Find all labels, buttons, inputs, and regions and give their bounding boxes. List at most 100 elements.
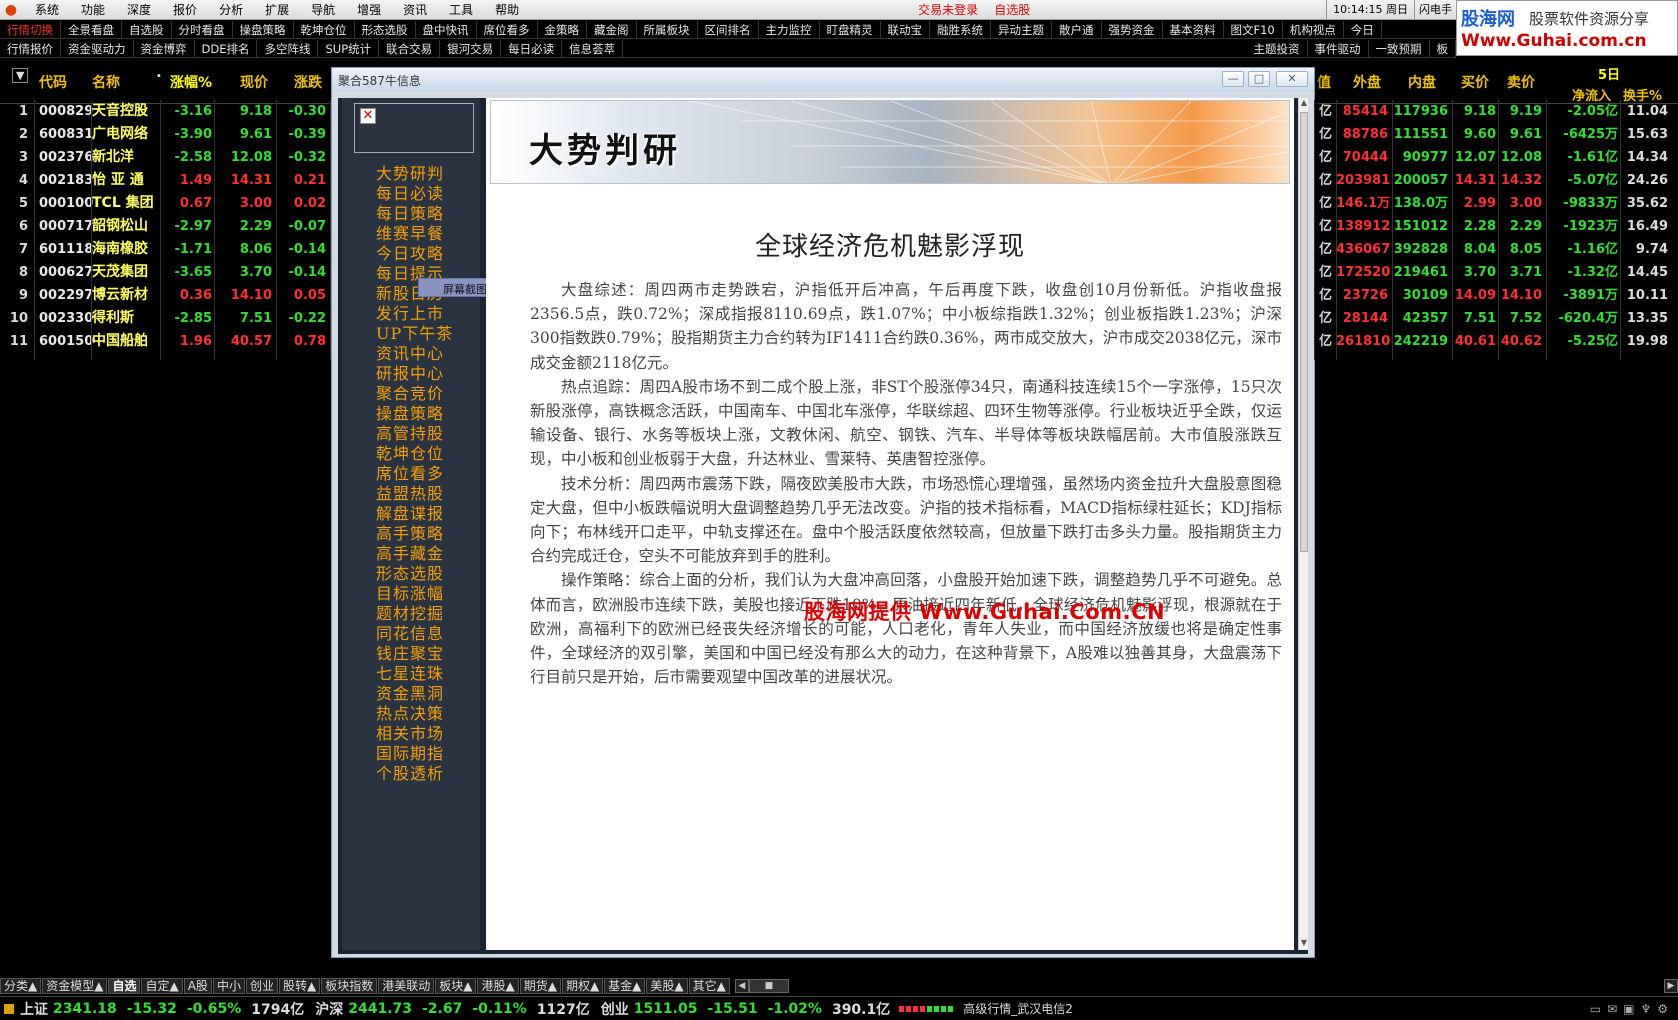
maximize-icon[interactable]: □ [1248,71,1270,87]
bottom-tab[interactable]: 其它▲ [688,978,730,994]
bottom-tab[interactable]: A股 [183,978,212,994]
toolbar-button[interactable]: 散户通 [1052,20,1102,39]
trade-login-status[interactable]: 交易未登录 [910,0,986,20]
toolbar-button[interactable]: 联动宝 [881,20,930,39]
header-outer[interactable]: 外盘 [1353,72,1381,92]
menu-analysis[interactable]: 分析 [208,0,254,20]
toolbar-button[interactable]: 行情切换 [0,20,61,39]
bottom-tab[interactable]: 港股▲ [477,978,519,994]
toolbar-button[interactable]: 图文F10 [1224,20,1283,39]
header-change[interactable]: 涨跌 [294,72,322,92]
bottom-tab[interactable]: 期货▲ [519,978,561,994]
toolbar-button[interactable]: 行情报价 [0,39,61,58]
header-bid[interactable]: 买价 [1461,72,1489,92]
toolbar-button[interactable]: 一致预期 [1369,39,1430,58]
toolbar-button[interactable]: 主题投资 [1247,39,1308,58]
toolbar-button[interactable]: 强势资金 [1102,20,1163,39]
toolbar-button[interactable]: 藏金阁 [587,20,637,39]
header-period[interactable]: 5日 [1598,64,1620,83]
menu-enhance[interactable]: 增强 [346,0,392,20]
lock-icon[interactable]: ▣ [1623,1002,1634,1016]
bottom-tab[interactable]: 板块▲ [435,978,477,994]
toolbar-button[interactable]: 融胜系统 [930,20,991,39]
network-status[interactable]: 高级行情_武汉电信2 [957,1000,1073,1017]
toolbar-button[interactable]: DDE排名 [195,39,258,58]
toolbar-button[interactable]: 席位看多 [477,20,538,39]
toolbar-button[interactable]: 形态选股 [355,20,416,39]
dialog-titlebar[interactable]: 聚合587牛信息 — □ ✕ [332,68,1314,92]
bottom-tab[interactable]: 自选 [108,978,141,994]
header-code[interactable]: 代码 [39,72,67,92]
toolbar-button[interactable]: 乾坤仓位 [294,20,355,39]
header-pct[interactable]: 涨幅% [170,72,212,92]
menu-depth[interactable]: 深度 [116,0,162,20]
header-price[interactable]: 现价 [240,72,268,92]
selfpick-status[interactable]: 自选股 [986,0,1038,20]
toolbar-button[interactable]: 多空阵线 [257,39,319,58]
bottom-tab[interactable]: 自定▲ [141,978,183,994]
window-icon[interactable]: ▭ [1590,1002,1601,1016]
bottom-tab[interactable]: 资金模型▲ [42,978,108,994]
cy-label[interactable]: 创业 [595,999,629,1019]
menu-extend[interactable]: 扩展 [254,0,300,20]
hs-label[interactable]: 沪深 [309,999,343,1019]
header-inner[interactable]: 内盘 [1408,72,1436,92]
toolbar-button[interactable]: 盯盘精灵 [820,20,881,39]
toolbar-button[interactable]: 金策略 [538,20,587,39]
toolbar-button[interactable]: 盘中快讯 [416,20,477,39]
menu-info[interactable]: 资讯 [392,0,438,20]
toolbar-button[interactable]: 主力监控 [759,20,820,39]
tab-scroll-thumb[interactable]: ■ [748,979,789,993]
toolbar-button[interactable]: 区间排名 [698,20,759,39]
toolbar-button[interactable]: 自选股 [122,20,172,39]
close-icon[interactable]: ✕ [1276,71,1308,87]
signal-icon[interactable]: ♆ [1640,1002,1651,1016]
bottom-tab[interactable]: 基金▲ [604,978,646,994]
table-menu-icon[interactable]: ▼ [12,68,29,83]
bottom-tab[interactable]: 中小 [212,978,245,994]
bottom-tab[interactable]: 创业 [245,978,278,994]
bottom-tab[interactable]: 港美联动 [378,978,435,994]
toolbar-button[interactable]: 联合交易 [379,39,441,58]
toolbar-button[interactable]: 银河交易 [440,39,502,58]
scroll-down-icon[interactable]: ▼ [1299,938,1309,947]
toolbar-button[interactable]: 分时看盘 [172,20,233,39]
settings-icon[interactable]: ⚙ [1657,1002,1668,1016]
toolbar-button[interactable]: 基本资料 [1163,20,1224,39]
tab-next-icon[interactable]: ▶ [1664,979,1678,993]
toolbar-button[interactable]: 信息荟萃 [562,39,624,58]
nav-item[interactable]: 个股透析 [376,760,444,784]
toolbar-button[interactable]: 所属板块 [637,20,698,39]
scroll-thumb[interactable] [1300,112,1308,552]
bottom-tab[interactable]: 板块指数 [321,978,378,994]
toolbar-button[interactable]: 今日 [1344,20,1382,39]
minimize-icon[interactable]: — [1222,71,1244,87]
toolbar-button[interactable]: 机构视点 [1283,20,1344,39]
mail-icon[interactable]: ✉ [1607,1002,1617,1016]
sh-label[interactable]: 上证 [14,999,48,1019]
toolbar-button[interactable]: 资金驱动力 [61,39,134,58]
toolbar-button[interactable]: 资金博弈 [134,39,195,58]
toolbar-button[interactable]: SUP统计 [318,39,380,58]
header-value[interactable]: 值 [1317,72,1331,92]
bottom-tab[interactable]: 分类▲ [0,978,42,994]
menu-navigate[interactable]: 导航 [300,0,346,20]
toolbar-button[interactable]: 板 [1430,39,1456,58]
bottom-tab[interactable]: 期权▲ [561,978,604,994]
toolbar-button[interactable]: 全景看盘 [61,20,122,39]
bottom-tab[interactable]: 美股▲ [646,978,688,994]
toolbar-button[interactable]: 每日必读 [501,39,563,58]
flash-trade-button[interactable]: 闪电手 [1414,0,1456,20]
menu-quote[interactable]: 报价 [162,0,208,20]
menu-function[interactable]: 功能 [70,0,116,20]
header-ask[interactable]: 卖价 [1507,72,1535,92]
toolbar-button[interactable]: 事件驱动 [1308,39,1369,58]
toolbar-button[interactable]: 操盘策略 [233,20,294,39]
menu-tools[interactable]: 工具 [438,0,484,20]
menu-system[interactable]: 系统 [24,0,70,20]
header-name[interactable]: 名称 [92,72,120,92]
article-scrollbar[interactable]: ▲ ▼ [1298,98,1308,950]
toolbar-button[interactable]: 异动主题 [991,20,1052,39]
scroll-up-icon[interactable]: ▲ [1299,98,1309,107]
bottom-tab[interactable]: 股转▲ [278,978,321,994]
